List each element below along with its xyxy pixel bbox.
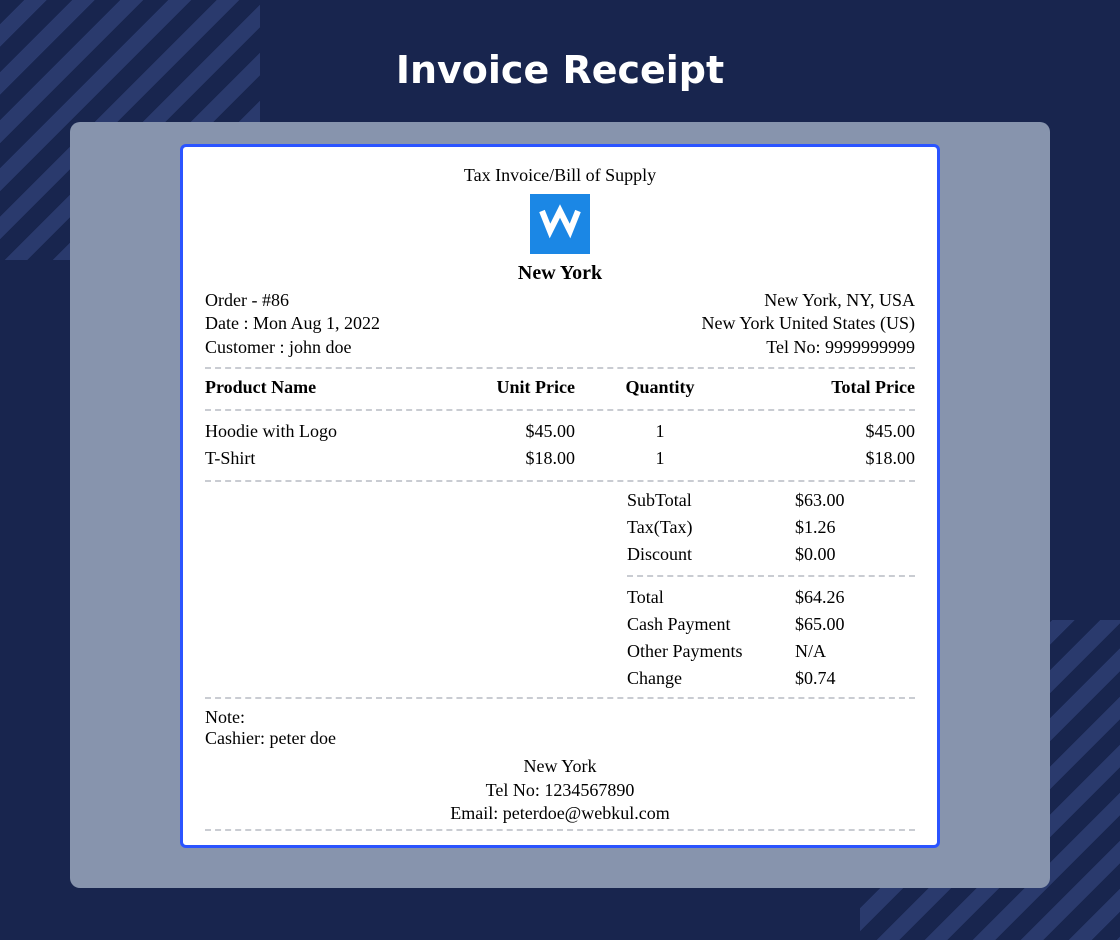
item-row: T-Shirt $18.00 1 $18.00 [205,445,915,472]
store-address-2: New York United States (US) [702,312,916,335]
store-tel: Tel No: 9999999999 [702,336,916,359]
item-row: Hoodie with Logo $45.00 1 $45.00 [205,418,915,445]
logo-w-icon [537,201,583,247]
receipt-header-line: Tax Invoice/Bill of Supply [205,165,915,186]
item-unit-price: $45.00 [425,418,575,445]
divider [205,367,915,369]
store-name: New York [205,262,915,285]
items-table: Product Name Unit Price Quantity Total P… [205,377,915,472]
item-total: $18.00 [745,445,915,472]
other-payments-label: Other Payments [627,641,777,662]
subtotal-value: $63.00 [795,490,915,511]
change-value: $0.74 [795,668,915,689]
order-number: Order - #86 [205,289,380,312]
customer-name: Customer : john doe [205,336,380,359]
item-qty: 1 [575,418,745,445]
cashier-line: Cashier: peter doe [205,728,915,749]
discount-label: Discount [627,544,777,565]
change-label: Change [627,668,777,689]
divider [205,409,915,411]
footer-email: Email: peterdoe@webkul.com [205,802,915,825]
total-value: $64.26 [795,587,915,608]
divider [205,697,915,699]
receipt: Tax Invoice/Bill of Supply New York Orde… [180,144,940,848]
tax-value: $1.26 [795,517,915,538]
item-total: $45.00 [745,418,915,445]
item-name: Hoodie with Logo [205,418,425,445]
item-name: T-Shirt [205,445,425,472]
receipt-meta-left: Order - #86 Date : Mon Aug 1, 2022 Custo… [205,289,380,359]
order-date: Date : Mon Aug 1, 2022 [205,312,380,335]
total-label: Total [627,587,777,608]
divider [627,575,915,577]
item-qty: 1 [575,445,745,472]
receipt-meta-right: New York, NY, USA New York United States… [702,289,916,359]
tax-label: Tax(Tax) [627,517,777,538]
footer-store: New York [205,755,915,778]
item-unit-price: $18.00 [425,445,575,472]
receipt-footer: New York Tel No: 1234567890 Email: peter… [205,755,915,825]
col-total-price: Total Price [745,377,915,402]
footer-tel: Tel No: 1234567890 [205,779,915,802]
totals-block: SubTotal $63.00 Tax(Tax) $1.26 Discount … [205,490,915,689]
col-product: Product Name [205,377,425,402]
page-title: Invoice Receipt [0,0,1120,122]
store-logo [530,194,590,254]
receipt-meta: Order - #86 Date : Mon Aug 1, 2022 Custo… [205,289,915,359]
col-unit-price: Unit Price [425,377,575,402]
store-address-1: New York, NY, USA [702,289,916,312]
receipt-card: Tax Invoice/Bill of Supply New York Orde… [70,122,1050,888]
divider [205,480,915,482]
divider [205,829,915,831]
col-quantity: Quantity [575,377,745,402]
note-label: Note: [205,707,915,728]
cash-payment-label: Cash Payment [627,614,777,635]
subtotal-label: SubTotal [627,490,777,511]
cash-payment-value: $65.00 [795,614,915,635]
other-payments-value: N/A [795,641,915,662]
discount-value: $0.00 [795,544,915,565]
items-header-row: Product Name Unit Price Quantity Total P… [205,377,915,402]
